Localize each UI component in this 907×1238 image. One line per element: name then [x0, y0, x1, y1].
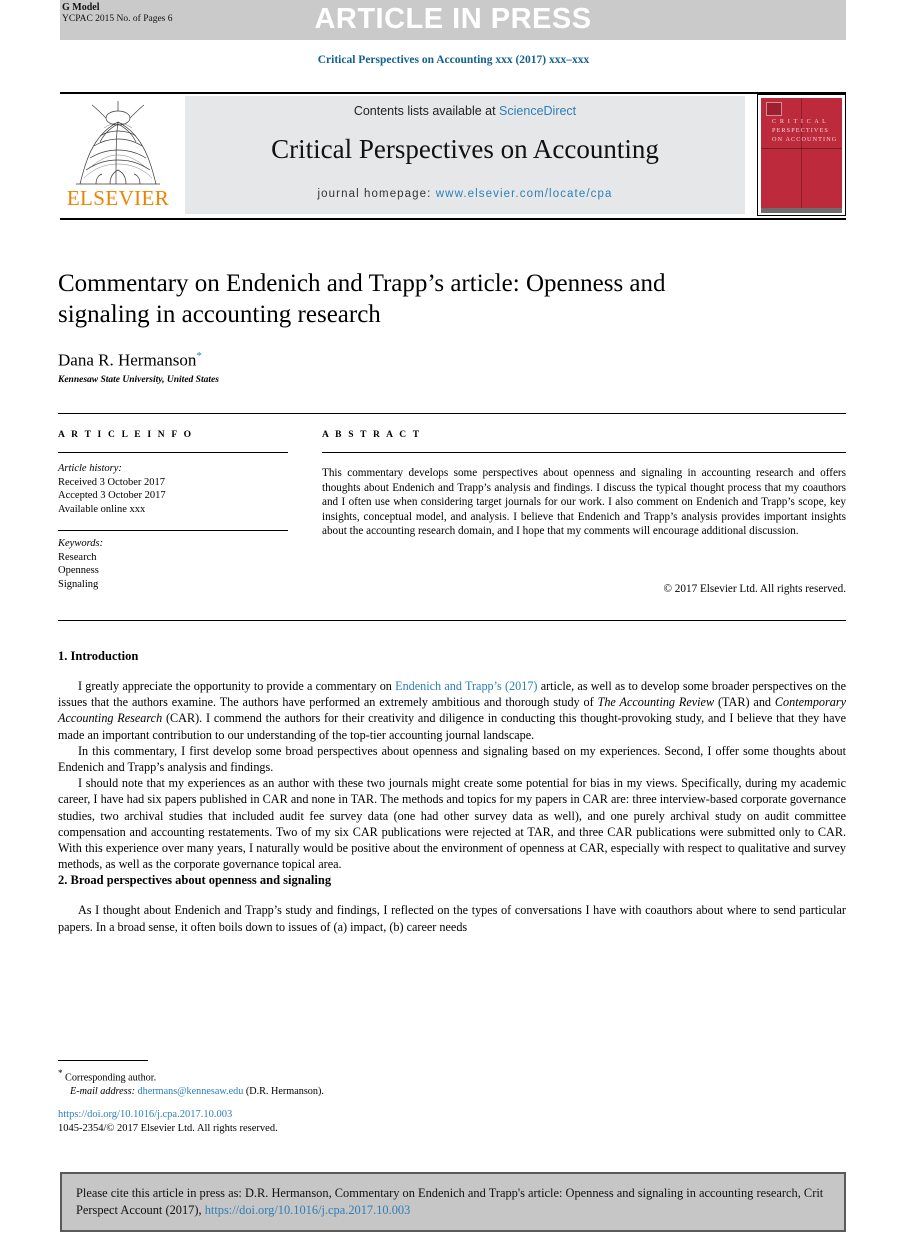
journal-homepage-label: journal homepage:	[317, 188, 436, 200]
journal-homepage-link[interactable]: www.elsevier.com/locate/cpa	[436, 188, 613, 200]
article-info-heading: A R T I C L E I N F O	[58, 430, 194, 440]
email-link[interactable]: dhermans@kennesaw.edu	[138, 1086, 244, 1097]
manuscript-id-label: YCPAC 2015 No. of Pages 6	[62, 13, 173, 24]
cover-horizontal-rule	[761, 148, 842, 149]
section-heading-broad-perspectives: 2. Broad perspectives about openness and…	[58, 873, 332, 888]
paragraph-intro-2: In this commentary, I first develop some…	[58, 743, 846, 775]
paragraph-intro-3: I should note that my experiences as an …	[58, 776, 846, 872]
elsevier-tree-icon	[76, 101, 160, 185]
cover-title-text: C R I T I C A L PERSPECTIVES ON ACCOUNTI…	[772, 118, 838, 143]
article-in-press-label: ARTICLE IN PRESS	[314, 3, 592, 35]
corresponding-author-marker: *	[196, 350, 202, 362]
abstract-text: This commentary develops some perspectiv…	[322, 467, 846, 538]
abstract-rule	[322, 452, 846, 453]
email-suffix: (D.R. Hermanson).	[243, 1086, 324, 1098]
cover-vertical-rule	[801, 98, 802, 208]
issn-copyright-line: 1045-2354/© 2017 Elsevier Ltd. All right…	[58, 1123, 278, 1134]
footnote-rule	[58, 1060, 148, 1061]
cite-this-article-box: Please cite this article in press as: D.…	[60, 1172, 846, 1232]
abstract-heading: A B S T R A C T	[322, 430, 422, 440]
journal-cover-art: C R I T I C A L PERSPECTIVES ON ACCOUNTI…	[761, 98, 842, 208]
journal-masthead: ELSEVIER Contents lists available at Sci…	[60, 92, 846, 220]
cite-doi-link[interactable]: https://doi.org/10.1016/j.cpa.2017.10.00…	[205, 1203, 411, 1217]
keyword-item: Research	[58, 551, 97, 563]
article-in-press-banner: ARTICLE IN PRESS	[60, 0, 846, 40]
doi-link[interactable]: https://doi.org/10.1016/j.cpa.2017.10.00…	[58, 1108, 232, 1122]
cover-base-band	[761, 208, 842, 213]
sciencedirect-link[interactable]: ScienceDirect	[499, 104, 576, 118]
article-history-block: Article history: Received 3 October 2017…	[58, 462, 288, 516]
corresponding-author-text: Corresponding author.	[62, 1072, 157, 1084]
email-line: E-mail address: dhermans@kennesaw.edu (D…	[58, 1085, 558, 1099]
corresponding-author-note: * Corresponding author.	[58, 1066, 558, 1085]
journal-name-tar: The Accounting Review	[597, 695, 715, 710]
keywords-rule	[58, 530, 288, 531]
g-model-label: G Model	[62, 2, 100, 13]
p1-part-d: (CAR). I commend the authors for their c…	[58, 711, 846, 742]
section-heading-introduction: 1. Introduction	[58, 649, 139, 663]
info-section-bottom-rule	[58, 620, 846, 621]
email-label: E-mail address:	[70, 1086, 135, 1098]
article-body: 1. Introduction I greatly appreciate the…	[58, 648, 846, 935]
contents-lists-prefix: Contents lists available at	[353, 104, 500, 118]
info-section-top-rule	[58, 413, 846, 414]
contents-lists-line: Contents lists available at ScienceDirec…	[185, 104, 745, 118]
p1-part-c: (TAR) and	[714, 695, 775, 710]
history-available-online: Available online xxx	[58, 503, 146, 515]
p1-part-a: I greatly appreciate the opportunity to …	[78, 679, 396, 693]
keyword-item: Openness	[58, 565, 99, 576]
elsevier-logo: ELSEVIER	[60, 96, 176, 216]
masthead-bottom-rule	[60, 218, 846, 220]
abstract-copyright: © 2017 Elsevier Ltd. All rights reserved…	[663, 583, 847, 595]
sciencedirect-banner: Contents lists available at ScienceDirec…	[185, 96, 745, 214]
page-title: Commentary on Endenich and Trapp’s artic…	[58, 270, 666, 328]
footnote-block: * Corresponding author. E-mail address: …	[58, 1066, 558, 1099]
author-name-text: Dana R. Hermanson	[58, 350, 197, 370]
journal-title: Critical Perspectives on Accounting	[271, 134, 659, 164]
journal-homepage-line: journal homepage: www.elsevier.com/locat…	[185, 188, 745, 200]
journal-cover-thumbnail: C R I T I C A L PERSPECTIVES ON ACCOUNTI…	[757, 94, 846, 216]
author-name: Dana R. Hermanson*	[58, 350, 202, 371]
author-affiliation: Kennesaw State University, United States	[58, 375, 219, 385]
masthead-top-rule	[60, 92, 846, 94]
article-info-rule	[58, 452, 288, 453]
cite-text-body: Please cite this article in press as: D.…	[76, 1186, 824, 1217]
keywords-block: Keywords: Research Openness Signaling	[58, 537, 288, 591]
history-received: Received 3 October 2017	[58, 476, 166, 488]
running-journal-citation: Critical Perspectives on Accounting xxx …	[317, 54, 590, 66]
cover-publisher-mark-icon	[766, 102, 782, 116]
paragraph-intro-1: I greatly appreciate the opportunity to …	[58, 678, 846, 743]
g-model-block: G Model YCPAC 2015 No. of Pages 6	[62, 2, 173, 25]
citation-link-endenich-trapp[interactable]: Endenich and Trapp’s (2017)	[395, 679, 537, 693]
elsevier-wordmark: ELSEVIER	[66, 186, 170, 210]
keyword-item: Signaling	[58, 578, 99, 590]
cite-this-article-text: Please cite this article in press as: D.…	[76, 1185, 832, 1219]
history-accepted: Accepted 3 October 2017	[58, 490, 166, 501]
article-page: ARTICLE IN PRESS G Model YCPAC 2015 No. …	[0, 0, 907, 1238]
article-history-label: Article history:	[58, 463, 122, 474]
paragraph-section2-1: As I thought about Endenich and Trapp’s …	[58, 903, 846, 934]
keywords-label: Keywords:	[58, 538, 104, 549]
